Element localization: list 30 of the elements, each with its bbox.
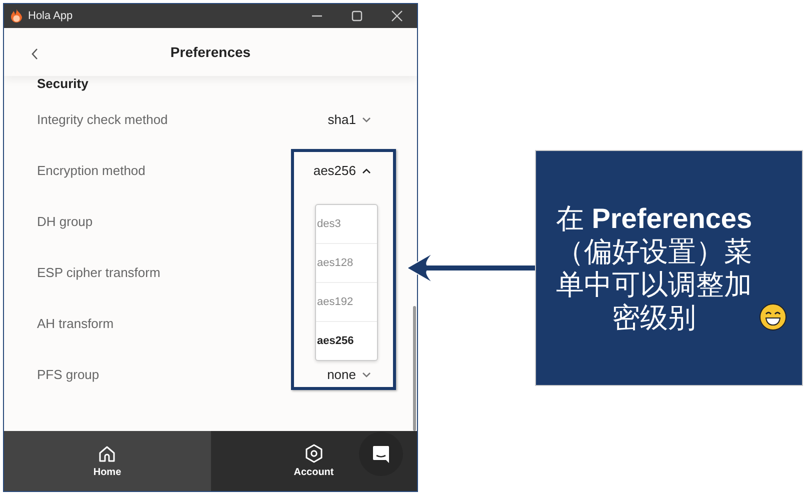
back-icon[interactable]: [31, 48, 39, 60]
setting-value[interactable]: none: [327, 367, 356, 382]
hexagon-icon: [304, 444, 323, 463]
maximize-icon[interactable]: [351, 10, 363, 22]
nav-tab[interactable]: Home: [4, 431, 210, 491]
setting-value[interactable]: aes256: [313, 163, 356, 178]
home-icon: [98, 444, 116, 462]
callout-text: 在 Preferences（偏好设置）菜单中可以调整加密级别: [554, 202, 754, 334]
flame-icon: [10, 8, 23, 24]
close-icon[interactable]: [391, 10, 403, 22]
chevron-up-icon[interactable]: [362, 168, 371, 174]
chevron-down-icon[interactable]: [362, 372, 371, 378]
section-title: Security: [37, 76, 90, 92]
setting-label: AH transform: [37, 316, 114, 331]
dropdown-option[interactable]: des3: [316, 205, 377, 243]
setting-label: Encryption method: [37, 163, 146, 178]
dropdown-option[interactable]: aes128: [316, 243, 377, 282]
setting-label: DH group: [37, 214, 93, 229]
smiley-icon: [758, 303, 786, 331]
setting-label: Integrity check method: [37, 112, 168, 127]
dropdown-option[interactable]: aes192: [316, 282, 377, 321]
setting-label: PFS group: [37, 367, 100, 382]
chat-icon: [372, 444, 390, 464]
dropdown-option[interactable]: aes256: [316, 321, 377, 360]
setting-value[interactable]: sha1: [328, 112, 356, 127]
scrollbar[interactable]: [413, 306, 416, 431]
page-title: Preferences: [170, 44, 251, 60]
setting-label: ESP cipher transform: [37, 265, 160, 280]
chevron-down-icon[interactable]: [362, 116, 371, 122]
window-title: Hola App: [28, 10, 74, 22]
